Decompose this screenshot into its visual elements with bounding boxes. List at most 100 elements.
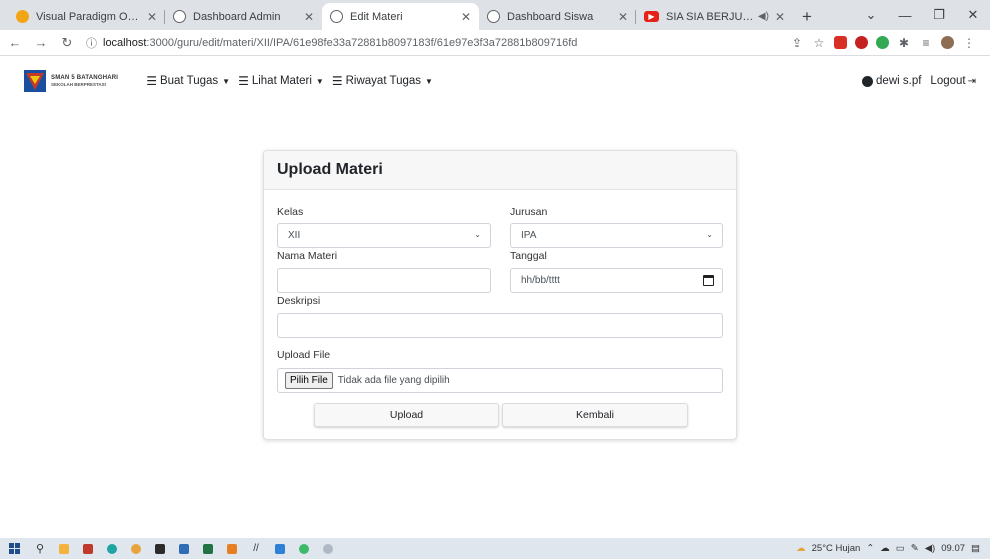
app-icon[interactable] <box>172 543 196 554</box>
user-circle-icon <box>862 75 874 87</box>
notification-icon[interactable]: ▤ <box>971 543 980 554</box>
nama-materi-input[interactable] <box>277 268 491 293</box>
browser-toolbar: ← → ↻ ⓘ localhost :3000/guru/edit/materi… <box>0 30 990 56</box>
back-button[interactable]: Kembali <box>502 403 688 427</box>
jurusan-label: Jurusan <box>510 206 548 218</box>
weather-text[interactable]: 25°C Hujan <box>812 543 861 554</box>
pen-icon[interactable]: ✎ <box>911 543 919 554</box>
card-title: Upload Materi <box>277 161 383 178</box>
restore-icon[interactable]: ❐ <box>922 7 956 23</box>
menu-label: Lihat Materi <box>251 75 312 87</box>
app-icon[interactable] <box>76 543 100 554</box>
user-menu[interactable]: dewi s.pf <box>862 75 921 87</box>
close-icon[interactable]: ✕ <box>618 10 628 24</box>
puzzle-icon[interactable]: ✱ <box>893 36 915 50</box>
menu-label: Buat Tugas <box>159 75 219 87</box>
caret-down-icon: ▼ <box>222 76 231 86</box>
close-window-icon[interactable]: ✕ <box>956 7 990 23</box>
speaker-icon[interactable]: ◀) <box>758 11 769 22</box>
file-status: Tidak ada file yang dipilih <box>337 375 450 386</box>
info-icon[interactable]: ⓘ <box>86 35 97 51</box>
search-icon[interactable]: ⚲ <box>28 542 52 555</box>
globe-icon <box>330 10 343 23</box>
window-controls: ⌄ — ❐ ✕ <box>854 0 990 30</box>
battery-icon[interactable]: ▭ <box>896 543 905 554</box>
app-icon[interactable] <box>220 543 244 554</box>
calendar-icon[interactable] <box>703 275 714 286</box>
bookmark-star-icon[interactable]: ☆ <box>808 36 830 50</box>
nama-materi-label: Nama Materi <box>277 250 338 262</box>
tab-title: SIA SIA BERJUANG, AKU BUI <box>666 10 754 23</box>
tab-dashboard-admin[interactable]: Dashboard Admin ✕ <box>165 3 322 30</box>
app-icon[interactable] <box>292 543 316 554</box>
menu-lihat-materi[interactable]: ☰ Lihat Materi ▼ <box>238 74 324 88</box>
upload-button[interactable]: Upload <box>314 403 499 427</box>
app-icon[interactable] <box>148 543 172 554</box>
more-menu-icon[interactable]: ⋮ <box>958 36 980 50</box>
app-icon[interactable] <box>316 543 340 554</box>
file-explorer-icon[interactable] <box>52 543 76 554</box>
menu-bars-icon: ☰ <box>331 74 343 88</box>
new-tab-button[interactable]: + <box>793 3 821 30</box>
app-icon[interactable]: // <box>244 543 268 554</box>
tab-youtube[interactable]: ▶ SIA SIA BERJUANG, AKU BUI ◀) ✕ <box>636 3 793 30</box>
close-icon[interactable]: ✕ <box>461 10 471 24</box>
close-icon[interactable]: ✕ <box>147 10 157 24</box>
extension-icon[interactable] <box>855 36 868 49</box>
edge-icon[interactable] <box>100 543 124 554</box>
menu-buat-tugas[interactable]: ☰ Buat Tugas ▼ <box>146 74 230 88</box>
school-logo <box>24 70 46 92</box>
tab-visual-paradigm[interactable]: Visual Paradigm Online ✕ <box>8 3 165 30</box>
extension-icon[interactable] <box>876 36 889 49</box>
tab-title: Dashboard Siswa <box>507 10 594 23</box>
chrome-icon[interactable] <box>124 543 148 554</box>
kelas-selected-value: XII <box>288 230 301 241</box>
tab-edit-materi[interactable]: Edit Materi ✕ <box>322 3 479 30</box>
reading-list-icon[interactable]: ≡ <box>915 36 937 50</box>
weather-icon: ☁ <box>796 543 806 554</box>
vscode-icon[interactable] <box>268 543 292 554</box>
menu-riwayat-tugas[interactable]: ☰ Riwayat Tugas ▼ <box>332 74 433 88</box>
tab-dashboard-siswa[interactable]: Dashboard Siswa ✕ <box>479 3 636 30</box>
clock[interactable]: 09.07 <box>941 543 965 554</box>
menu-bars-icon: ☰ <box>146 74 157 88</box>
minimize-icon[interactable]: — <box>888 8 922 23</box>
profile-avatar[interactable] <box>941 36 954 49</box>
deskripsi-input[interactable] <box>277 313 723 338</box>
url-host: localhost <box>103 36 147 49</box>
kelas-select[interactable]: XII ⌄ <box>277 223 491 248</box>
extension-icon[interactable] <box>834 36 847 49</box>
app-icon[interactable] <box>196 543 220 554</box>
file-input[interactable]: Pilih File Tidak ada file yang dipilih <box>277 368 723 393</box>
browser-tab-strip: Visual Paradigm Online ✕ Dashboard Admin… <box>0 0 990 30</box>
tab-search-icon[interactable]: ⌄ <box>854 7 888 23</box>
caret-down-icon: ▼ <box>315 76 324 86</box>
brand[interactable]: SMAN 5 BATANGHARI SEKOLAH BERPRESTASI <box>24 70 118 92</box>
tanggal-placeholder: hh/bb/tttt <box>521 275 560 286</box>
speaker-icon[interactable]: ◀) <box>925 543 935 554</box>
deskripsi-label: Deskripsi <box>277 295 321 307</box>
reload-icon[interactable]: ↻ <box>56 35 78 51</box>
forward-arrow-icon[interactable]: → <box>30 35 52 50</box>
choose-file-button[interactable]: Pilih File <box>285 372 333 389</box>
chevron-up-icon[interactable]: ⌃ <box>866 543 874 554</box>
share-icon[interactable]: ⇪ <box>786 36 808 50</box>
card-header: Upload Materi <box>264 151 736 190</box>
upload-materi-card: Upload Materi Kelas XII ⌄ Jurusan IPA ⌄ … <box>263 150 737 440</box>
address-bar[interactable]: ⓘ localhost :3000/guru/edit/materi/XII/I… <box>86 35 786 51</box>
back-arrow-icon[interactable]: ← <box>4 35 26 50</box>
close-icon[interactable]: ✕ <box>304 10 314 24</box>
tanggal-input[interactable]: hh/bb/tttt <box>510 268 723 293</box>
close-icon[interactable]: ✕ <box>775 10 785 24</box>
jurusan-select[interactable]: IPA ⌄ <box>510 223 723 248</box>
logout-label: Logout <box>930 75 966 87</box>
windows-taskbar: ⚲ // ☁ 25°C Hujan ⌃ ☁ ▭ ✎ ◀) 09.07 ▤ <box>0 538 990 559</box>
visual-paradigm-icon <box>16 10 29 23</box>
logout-link[interactable]: Logout ⇥ <box>930 75 976 87</box>
app-navbar: SMAN 5 BATANGHARI SEKOLAH BERPRESTASI ☰ … <box>0 56 990 106</box>
menu-bars-icon: ☰ <box>238 74 249 88</box>
main-menu: ☰ Buat Tugas ▼ ☰ Lihat Materi ▼ ☰ Riwaya… <box>146 74 441 88</box>
windows-start-icon[interactable] <box>0 543 28 554</box>
chevron-down-icon: ⌄ <box>474 230 481 239</box>
network-icon[interactable]: ☁ <box>880 543 890 554</box>
